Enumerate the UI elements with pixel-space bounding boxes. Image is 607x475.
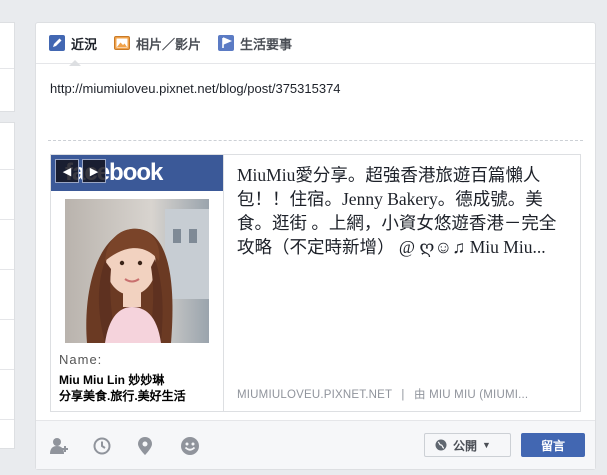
tag-friends-icon[interactable] [50,437,68,455]
globe-icon [435,439,447,451]
post-button[interactable]: 留言 [521,433,585,457]
flag-icon [218,35,235,51]
link-preview-title[interactable]: MiuMiu愛分享。超強香港旅遊百篇懶人包！！住宿。Jenny Bakery。德… [237,163,573,259]
link-author: 由 MIU MIU (MIUMI... [414,389,529,401]
name-value: Miu Miu Lin 妙妙琳 [59,373,165,387]
composer-tabs: 近況 相片／影片 生活要事 [36,23,595,66]
link-preview-card[interactable]: facebook ◀ ▶ Name: Miu Miu Lin 妙妙琳 分享美食.… [50,154,581,412]
divider [48,140,583,141]
tab-life-event[interactable]: 生活要事 [218,34,292,53]
clock-icon[interactable] [93,437,111,455]
post-composer: 近況 相片／影片 生活要事 http://miumiuloveu.pixnet.… [35,22,596,470]
composer-footer: 公開 ▼ 留言 [36,420,595,469]
post-text-input[interactable]: http://miumiuloveu.pixnet.net/blog/post/… [50,81,341,96]
chevron-down-icon: ▼ [482,440,491,450]
name-label: Name: [59,352,103,367]
tab-label: 相片／影片 [136,36,202,52]
link-preview-thumbnail: facebook ◀ ▶ Name: Miu Miu Lin 妙妙琳 分享美食.… [51,155,224,411]
meta-separator: | [401,389,405,401]
photo-icon [114,35,131,51]
tab-photo-video[interactable]: 相片／影片 [114,34,201,53]
tab-status[interactable]: 近況 [49,34,98,66]
feeling-smiley-icon[interactable] [181,437,199,455]
thumbnail-prev-button[interactable]: ◀ [55,159,79,183]
left-card [0,22,15,112]
audience-selector[interactable]: 公開 ▼ [424,433,511,457]
tab-label: 近況 [71,36,98,52]
tab-label: 生活要事 [240,36,293,52]
link-domain: MIUMIULOVEU.PIXNET.NET [237,389,392,401]
location-pin-icon[interactable] [138,437,156,455]
caret-left-icon: ◀ [62,165,72,178]
pencil-icon [49,35,65,51]
left-card [0,122,15,449]
profile-description: 分享美食.旅行.美好生活 [59,389,186,403]
left-column [0,0,26,475]
facebook-logo: facebook [65,159,163,186]
link-preview-meta: MIUMIULOVEU.PIXNET.NET | 由 MIU MIU (MIUM… [237,386,528,402]
profile-photo [65,199,209,343]
audience-label: 公開 [453,438,478,453]
caret-right-icon: ▶ [89,165,99,178]
thumbnail-next-button[interactable]: ▶ [82,159,106,183]
